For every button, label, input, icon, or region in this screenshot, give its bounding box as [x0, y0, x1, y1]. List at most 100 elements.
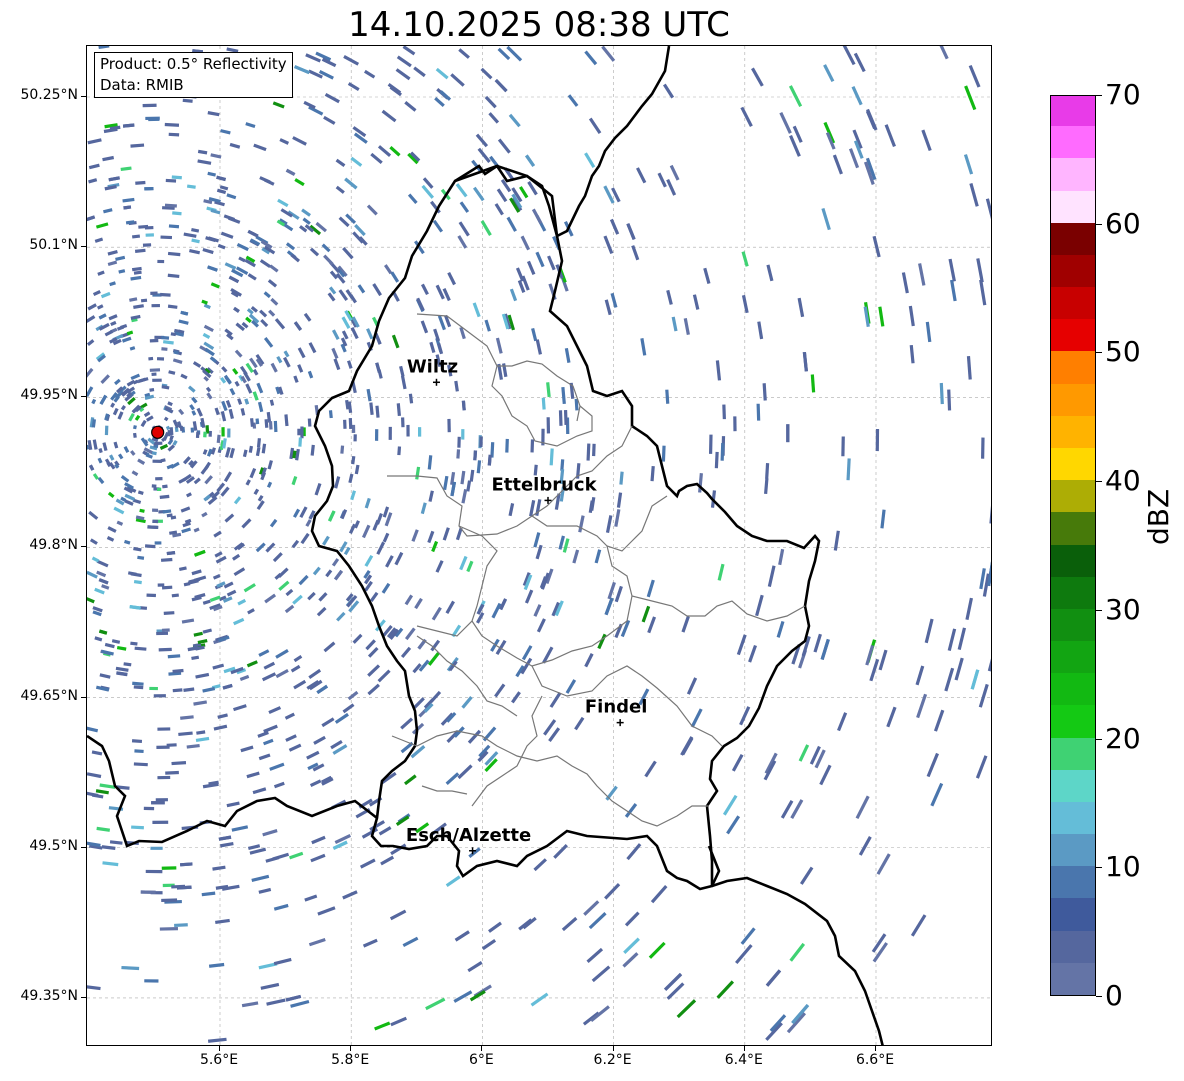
echo-cell	[130, 143, 145, 148]
echo-cell	[420, 502, 427, 515]
echo-cell	[385, 555, 394, 568]
echo-cell	[130, 373, 141, 381]
echo-cell	[350, 326, 359, 340]
echo-cell	[273, 781, 285, 789]
echo-cell	[247, 229, 259, 238]
echo-cell	[189, 404, 195, 411]
echo-cell	[185, 492, 192, 498]
echo-cell	[954, 657, 964, 681]
echo-cell	[350, 156, 363, 167]
echo-cell	[204, 475, 213, 485]
lat-tick-mark	[81, 546, 86, 548]
echo-cell	[182, 98, 193, 103]
echo-cell	[216, 434, 221, 444]
echo-cell	[797, 297, 805, 318]
echo-cell	[135, 180, 146, 185]
product-label: Product: 0.5° Reflectivity	[100, 55, 287, 73]
echo-cell	[167, 401, 173, 407]
echo-cell	[411, 529, 419, 542]
echo-cell	[133, 546, 142, 552]
echo-cell	[172, 211, 182, 216]
echo-cell	[509, 288, 518, 302]
colorbar-segment	[1051, 286, 1095, 320]
echo-cell	[186, 743, 200, 749]
echo-cell	[741, 294, 749, 314]
echo-cell	[427, 652, 440, 666]
echo-cell	[137, 555, 145, 560]
echo-cell	[425, 997, 446, 1011]
echo-cell	[276, 355, 283, 364]
echo-cell	[372, 519, 380, 531]
echo-cell	[252, 391, 259, 401]
echo-cell	[420, 283, 429, 296]
echo-cell	[89, 538, 98, 545]
echo-cell	[605, 515, 613, 533]
echo-cell	[546, 382, 551, 398]
echo-cell	[515, 267, 525, 282]
echo-cell	[109, 840, 123, 845]
echo-cell	[404, 774, 417, 786]
echo-cell	[494, 78, 508, 93]
echo-cell	[284, 712, 295, 720]
echo-cell	[813, 633, 822, 653]
echo-cell	[101, 845, 116, 850]
echo-cell	[168, 370, 176, 375]
echo-cell	[389, 146, 401, 157]
echo-cell	[159, 494, 170, 499]
echo-cell	[269, 399, 275, 406]
echo-cell	[251, 874, 270, 883]
echo-cell	[445, 600, 455, 614]
city-label: Wiltz	[407, 356, 458, 377]
echo-cell	[408, 393, 414, 404]
echo-cell	[244, 398, 250, 405]
echo-cell	[909, 344, 915, 364]
echo-cell	[459, 201, 470, 213]
echo-cell	[139, 606, 148, 610]
echo-cell	[94, 587, 105, 595]
echo-cell	[221, 427, 225, 437]
colorbar-segment	[1051, 962, 1095, 995]
radar-map-panel[interactable]: Wiltz Ettelbruck Findel Esch/Alzette	[86, 45, 992, 1046]
echo-cell	[160, 292, 171, 297]
echo-cell	[299, 506, 308, 518]
echo-cell	[976, 258, 984, 283]
echo-cell	[901, 272, 909, 294]
echo-cell	[381, 582, 391, 594]
echo-cell	[87, 303, 97, 311]
echo-cell	[214, 551, 223, 558]
canton-border-line	[531, 495, 668, 552]
echo-cell	[546, 417, 551, 434]
echo-cell	[255, 446, 261, 457]
echo-cell	[87, 215, 96, 223]
echo-cell	[981, 437, 985, 459]
echo-cell	[605, 785, 618, 801]
echo-cell	[948, 258, 956, 282]
echo-cell	[240, 745, 254, 753]
echo-cell	[256, 438, 261, 448]
colorbar-tick-mark	[1096, 738, 1102, 740]
colorbar-tick-label: 20	[1105, 721, 1141, 755]
echo-cell	[193, 527, 200, 533]
colorbar-tick-label: 70	[1105, 78, 1141, 111]
echo-cell	[623, 937, 640, 954]
echo-cell	[233, 306, 240, 313]
echo-cell	[183, 232, 197, 238]
echo-cell	[223, 471, 233, 483]
radar-site	[151, 425, 165, 439]
echo-cell	[298, 574, 309, 586]
echo-cell	[681, 615, 690, 633]
echo-cell	[233, 496, 242, 505]
city-label: Ettelbruck	[491, 474, 597, 495]
echo-cell	[351, 455, 356, 465]
echo-cell	[853, 52, 866, 73]
echo-cell	[207, 171, 216, 177]
echo-cell	[495, 337, 503, 354]
echo-cell	[369, 402, 374, 415]
echo-cell	[226, 193, 237, 200]
echo-cell	[461, 429, 465, 440]
echo-cell	[342, 890, 358, 900]
echo-cell	[245, 383, 253, 394]
echo-cell	[275, 648, 289, 659]
echo-cell	[666, 289, 673, 305]
echo-cell	[626, 843, 642, 861]
